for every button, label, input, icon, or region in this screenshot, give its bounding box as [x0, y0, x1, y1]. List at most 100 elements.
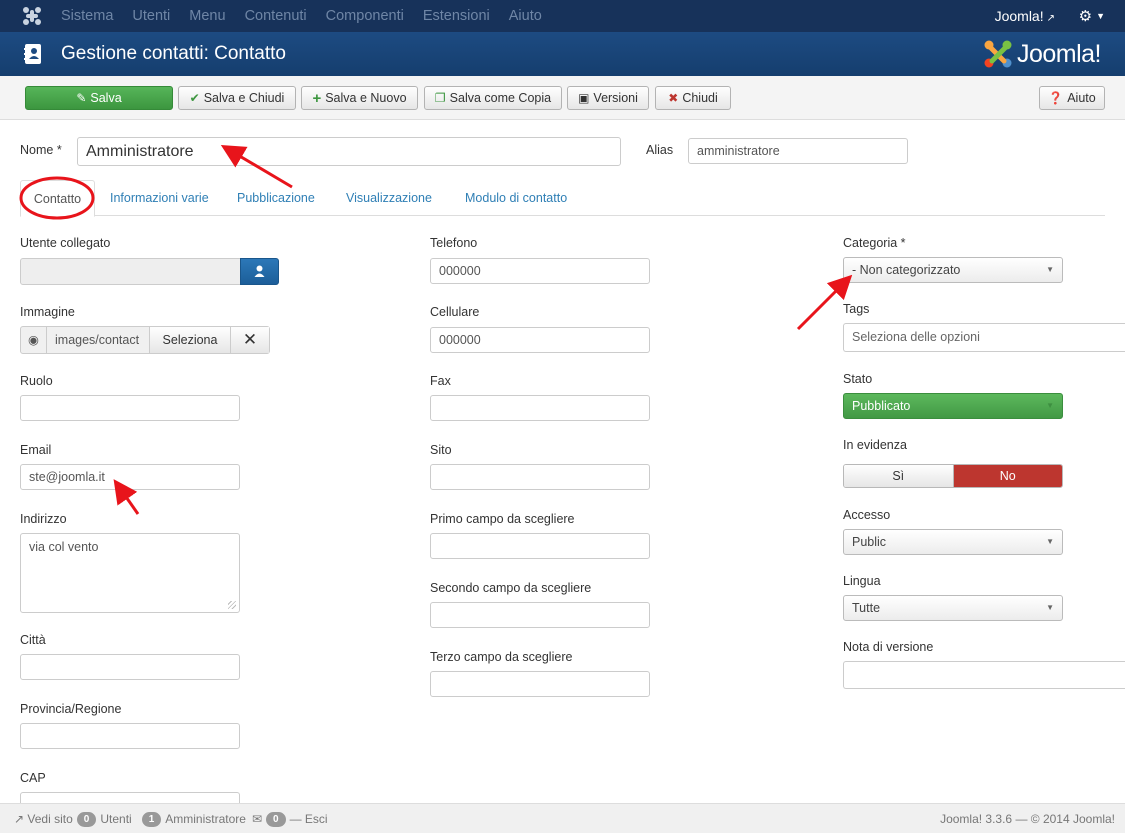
address-label: Indirizzo — [20, 512, 67, 526]
site-link[interactable]: Joomla! ↗ — [995, 0, 1055, 35]
image-path: images/contact — [47, 327, 150, 353]
phone-field[interactable]: 000000 — [430, 258, 650, 284]
field2-input[interactable] — [430, 602, 650, 628]
resize-grip-icon[interactable] — [228, 601, 236, 609]
access-select[interactable]: Public ▼ — [843, 529, 1063, 555]
versions-button[interactable]: ▣ Versioni — [567, 86, 649, 110]
menu-item-utenti[interactable]: Utenti — [132, 0, 170, 32]
minus-icon: — — [289, 812, 302, 826]
tab-informazioni-varie[interactable]: Informazioni varie — [110, 180, 209, 216]
help-label: Aiuto — [1067, 91, 1096, 105]
contact-book-icon — [24, 44, 41, 64]
menu-item-sistema[interactable]: Sistema — [61, 0, 113, 32]
settings-menu[interactable]: ⚙ ▼ — [1079, 0, 1105, 33]
save-button-label: Salva — [90, 91, 122, 105]
view-site-link[interactable]: ↗ Vedi sito — [14, 804, 73, 833]
menu-item-estensioni[interactable]: Estensioni — [423, 0, 490, 32]
edit-icon: ✎ — [76, 91, 87, 105]
linked-user-label: Utente collegato — [20, 236, 111, 250]
envelope-icon: ✉ — [251, 812, 263, 826]
field1-input[interactable] — [430, 533, 650, 559]
alias-field[interactable]: amministratore — [688, 138, 908, 164]
save-copy-label: Salva come Copia — [449, 91, 552, 105]
help-button[interactable]: ❓ Aiuto — [1039, 86, 1105, 110]
save-new-button[interactable]: + Salva e Nuovo — [301, 86, 418, 110]
zip-label: CAP — [20, 771, 46, 785]
site-link-label: Joomla! — [994, 8, 1044, 24]
save-button[interactable]: ✎ Salva — [25, 86, 173, 110]
save-close-button[interactable]: ✔ Salva e Chiudi — [178, 86, 296, 110]
tab-modulo-di-contatto[interactable]: Modulo di contatto — [465, 180, 567, 216]
admins-online-label[interactable]: Amministratore — [165, 804, 246, 833]
role-label: Ruolo — [20, 374, 53, 388]
access-value: Public — [852, 535, 887, 549]
tab-contatto[interactable]: Contatto — [20, 180, 95, 217]
chevron-down-icon: ▼ — [1046, 537, 1054, 546]
joomla-logo-icon[interactable] — [22, 6, 42, 26]
language-label: Lingua — [843, 574, 881, 588]
fax-label: Fax — [430, 374, 451, 388]
joomla-brand: Joomla! — [983, 37, 1102, 71]
menu-item-componenti[interactable]: Componenti — [326, 0, 404, 32]
province-field[interactable] — [20, 723, 240, 749]
version-note-field[interactable] — [843, 661, 1125, 689]
category-select[interactable]: - Non categorizzato ▼ — [843, 257, 1063, 283]
email-label: Email — [20, 443, 52, 457]
annotation-arrow-category — [796, 274, 853, 331]
field2-label: Secondo campo da scegliere — [430, 581, 592, 595]
users-online-label[interactable]: Utenti — [100, 804, 131, 833]
tab-bar: Contatto Informazioni varie Pubblicazion… — [20, 180, 1105, 217]
email-field[interactable]: ste@joomla.it — [20, 464, 240, 490]
status-select[interactable]: Pubblicato ▼ — [843, 393, 1063, 419]
main-menu: Sistema Utenti Menu Contenuti Componenti… — [61, 0, 561, 32]
chevron-down-icon: ▼ — [1046, 265, 1054, 274]
close-button[interactable]: ✖ Chiudi — [655, 86, 731, 110]
admins-count-badge: 1 — [141, 811, 162, 827]
field3-input[interactable] — [430, 671, 650, 697]
page-title: Gestione contatti: Contatto — [61, 43, 286, 64]
save-copy-button[interactable]: ❐ Salva come Copia — [424, 86, 562, 110]
zip-field[interactable] — [20, 792, 240, 803]
site-field[interactable] — [430, 464, 650, 490]
status-bar: ↗ Vedi sito 0 Utenti 1 Amministratore ✉ … — [0, 803, 1125, 833]
tab-visualizzazione[interactable]: Visualizzazione — [346, 180, 432, 216]
address-value: via col vento — [29, 540, 99, 554]
select-user-button[interactable] — [240, 258, 279, 285]
fax-field[interactable] — [430, 395, 650, 421]
phone-label: Telefono — [430, 236, 478, 250]
menu-item-contenuti[interactable]: Contenuti — [245, 0, 307, 32]
save-new-label: Salva e Nuovo — [325, 91, 407, 105]
top-navbar: Sistema Utenti Menu Contenuti Componenti… — [0, 0, 1125, 32]
menu-item-menu[interactable]: Menu — [189, 0, 225, 32]
plus-icon: + — [312, 89, 322, 107]
featured-no-button[interactable]: No — [953, 465, 1062, 487]
clear-image-icon[interactable]: ✕ — [231, 327, 269, 353]
role-field[interactable] — [20, 395, 240, 421]
field3-label: Terzo campo da scegliere — [430, 650, 573, 664]
featured-yes-button[interactable]: Sì — [844, 465, 954, 487]
category-label: Categoria * — [843, 236, 906, 250]
logout-link[interactable]: Esci — [305, 804, 328, 833]
save-close-label: Salva e Chiudi — [203, 91, 285, 105]
name-field[interactable]: Amministratore — [77, 137, 621, 166]
messages-count-badge[interactable]: 0 — [266, 811, 286, 827]
external-link-icon: ↗ — [14, 812, 25, 826]
tags-label: Tags — [843, 302, 870, 316]
eye-icon[interactable]: ◉ — [21, 327, 47, 353]
status-label: Stato — [843, 372, 873, 386]
toolbar: ✎ Salva ✔ Salva e Chiudi + Salva e Nuovo ❐ S… — [0, 76, 1125, 120]
caret-down-icon: ▼ — [1096, 11, 1105, 21]
address-textarea[interactable]: via col vento — [20, 533, 240, 613]
menu-item-aiuto[interactable]: Aiuto — [509, 0, 542, 32]
tab-pubblicazione[interactable]: Pubblicazione — [237, 180, 315, 216]
tags-field[interactable]: Seleziona delle opzioni — [843, 323, 1125, 352]
image-media-field: ◉ images/contact Seleziona ✕ — [20, 326, 270, 354]
image-select-button[interactable]: Seleziona — [150, 327, 231, 353]
city-field[interactable] — [20, 654, 240, 680]
language-select[interactable]: Tutte ▼ — [843, 595, 1063, 621]
joomla-brand-text: Joomla! — [1016, 39, 1102, 68]
mobile-field[interactable]: 000000 — [430, 327, 650, 353]
mobile-label: Cellulare — [430, 305, 480, 319]
chevron-down-icon: ▼ — [1046, 401, 1054, 410]
version-note-label: Nota di versione — [843, 640, 934, 654]
